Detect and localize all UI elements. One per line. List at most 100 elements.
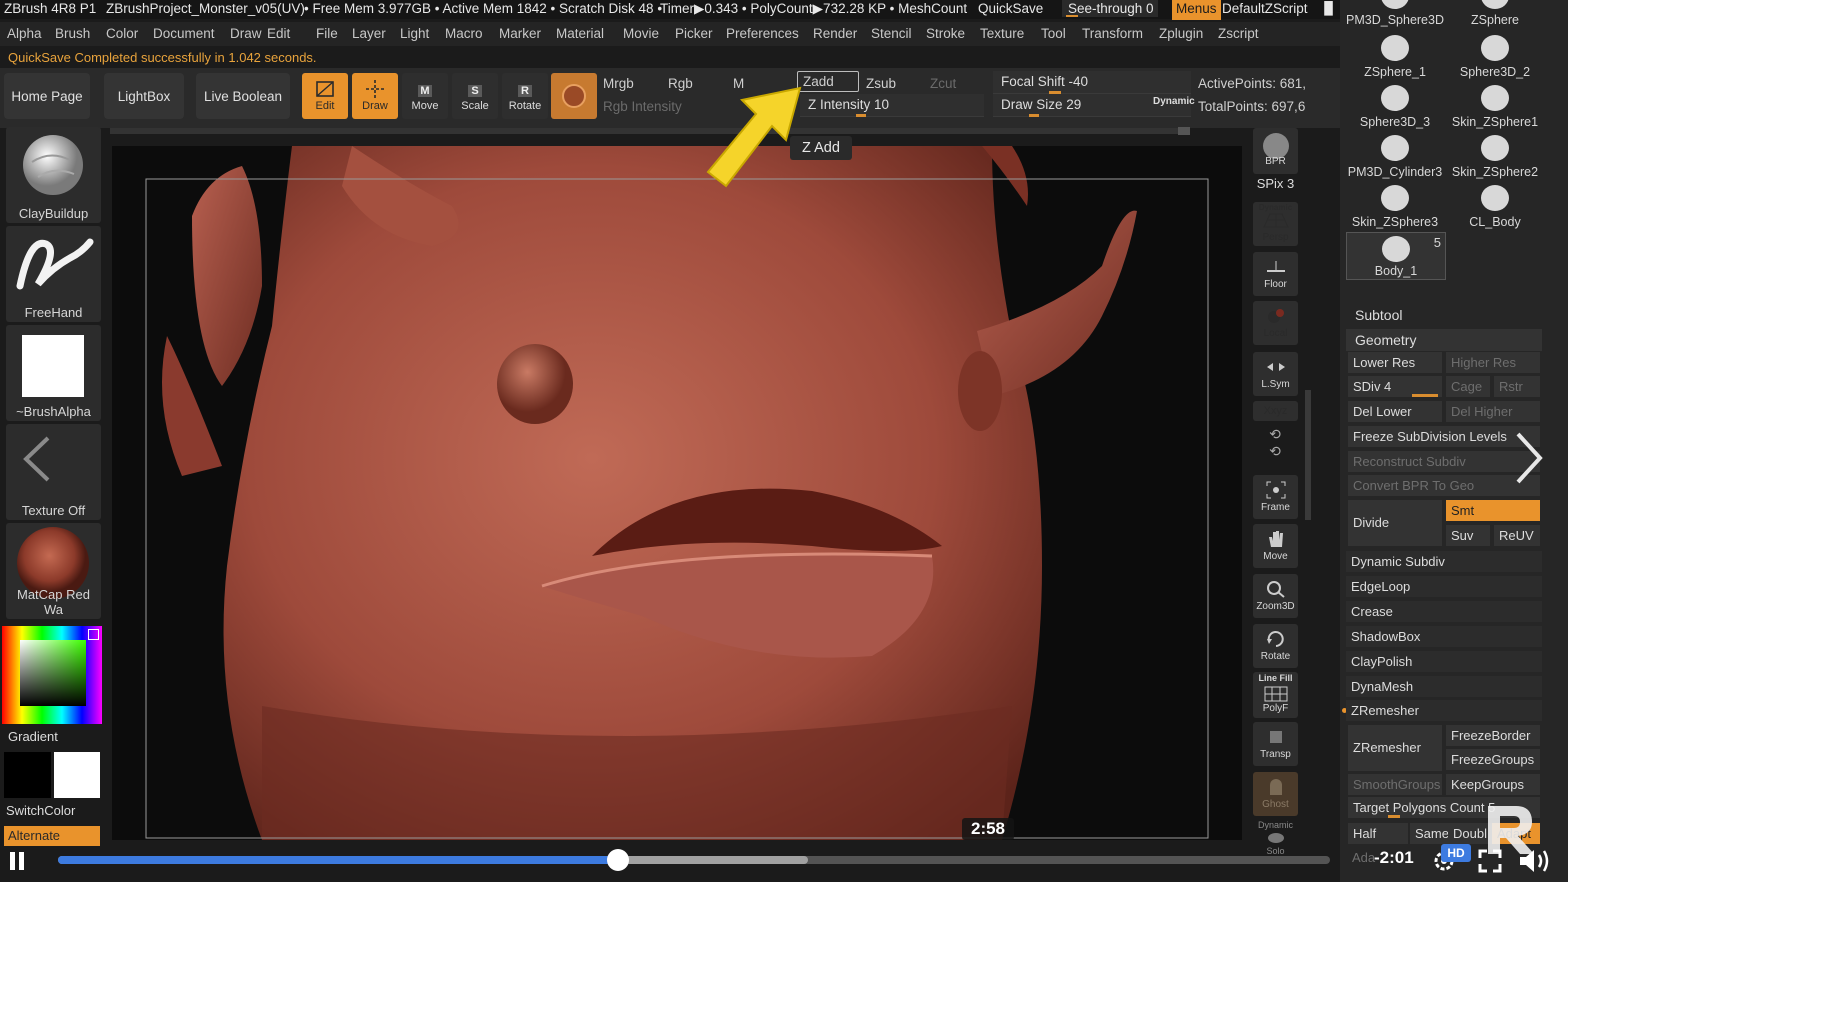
geometry-header[interactable]: Geometry <box>1346 329 1542 351</box>
divide-button[interactable]: Divide <box>1348 500 1442 546</box>
menu-preferences[interactable]: Preferences <box>726 26 799 41</box>
edit-mode-button[interactable]: Edit <box>302 73 348 119</box>
scale-mode-button[interactable]: S Scale <box>452 73 498 119</box>
transp-button[interactable]: Transp <box>1253 722 1298 766</box>
video-progress-track[interactable] <box>58 849 1330 871</box>
gradient-label[interactable]: Gradient <box>8 729 58 744</box>
menu-zplugin[interactable]: Zplugin <box>1159 26 1203 41</box>
color-picker[interactable] <box>2 626 102 724</box>
subtool-item[interactable]: ZSphere <box>1446 0 1544 28</box>
menu-material[interactable]: Material <box>556 26 604 41</box>
right-shelf-scrollbar[interactable] <box>1305 390 1311 520</box>
shadowbox-section[interactable]: ShadowBox <box>1346 626 1542 647</box>
dynamic-subdiv-section[interactable]: Dynamic Subdiv <box>1346 551 1542 572</box>
script-name[interactable]: DefaultZScript <box>1222 1 1308 16</box>
rgb-button[interactable]: Rgb <box>668 76 693 91</box>
claypolish-section[interactable]: ClayPolish <box>1346 651 1542 672</box>
del-higher-button[interactable]: Del Higher <box>1446 401 1540 422</box>
menu-render[interactable]: Render <box>813 26 857 41</box>
rotate-mode-button[interactable]: R Rotate <box>502 73 548 119</box>
mrgb-button[interactable]: Mrgb <box>603 76 634 91</box>
seethrough-slider[interactable]: See-through 0 <box>1062 0 1158 17</box>
smoothgroups-slider[interactable]: SmoothGroups <box>1348 774 1442 795</box>
menu-document[interactable]: Document <box>153 26 215 41</box>
dynamesh-section[interactable]: DynaMesh <box>1346 676 1542 697</box>
focal-shift-slider[interactable]: Focal Shift -40 <box>993 71 1191 94</box>
polyf-button[interactable]: Line Fill PolyF <box>1253 672 1298 718</box>
spix-slider[interactable]: SPix 3 <box>1253 176 1298 191</box>
reuv-toggle[interactable]: ReUV <box>1494 525 1540 546</box>
move-view-button[interactable]: Move <box>1253 524 1298 568</box>
menu-marker[interactable]: Marker <box>499 26 541 41</box>
sculpt-model[interactable] <box>112 146 1242 840</box>
menu-alpha[interactable]: Alpha <box>7 26 42 41</box>
rotate-view-button[interactable]: Rotate <box>1253 624 1298 668</box>
subtool-item[interactable]: Skin_ZSphere1 <box>1446 82 1544 130</box>
video-scrubber-handle[interactable] <box>606 849 629 871</box>
menu-stroke[interactable]: Stroke <box>926 26 965 41</box>
z-intensity-slider[interactable]: Z Intensity 10 <box>800 94 984 117</box>
subtool-item[interactable]: ZSphere_1 <box>1346 32 1444 80</box>
menu-draw[interactable]: Draw <box>230 26 262 41</box>
menu-file[interactable]: File <box>316 26 338 41</box>
menu-color[interactable]: Color <box>106 26 138 41</box>
bpr-button[interactable]: BPR <box>1253 128 1298 174</box>
frame-button[interactable]: Frame <box>1253 475 1298 519</box>
live-boolean-button[interactable]: Live Boolean <box>196 73 290 119</box>
rstr-button[interactable]: Rstr <box>1494 376 1540 397</box>
subtool-item[interactable]: Skin_ZSphere3 <box>1346 182 1444 230</box>
lower-res-button[interactable]: Lower Res <box>1348 352 1442 373</box>
menu-tool[interactable]: Tool <box>1041 26 1066 41</box>
home-page-button[interactable]: Home Page <box>4 73 90 119</box>
volume-icon[interactable] <box>1518 848 1552 874</box>
menu-zscript[interactable]: Zscript <box>1218 26 1259 41</box>
menu-texture[interactable]: Texture <box>980 26 1024 41</box>
shelf-scrollbar[interactable] <box>110 128 1190 134</box>
smt-toggle[interactable]: Smt <box>1446 500 1540 521</box>
subtool-header[interactable]: Subtool <box>1355 307 1402 323</box>
fullscreen-icon[interactable] <box>1478 849 1502 873</box>
3d-viewport[interactable] <box>112 146 1242 840</box>
del-lower-button[interactable]: Del Lower <box>1348 401 1442 422</box>
higher-res-button[interactable]: Higher Res <box>1446 352 1540 373</box>
subtool-item[interactable]: PM3D_Cylinder3 <box>1346 132 1444 180</box>
subtool-item[interactable]: Sphere3D_2 <box>1446 32 1544 80</box>
zremesher-button[interactable]: ZRemesher <box>1348 725 1442 771</box>
menu-transform[interactable]: Transform <box>1082 26 1143 41</box>
lightbox-button[interactable]: LightBox <box>104 73 184 119</box>
subtool-item[interactable]: CL_Body <box>1446 182 1544 230</box>
rgb-intensity-slider[interactable]: Rgb Intensity <box>603 99 682 114</box>
menu-macro[interactable]: Macro <box>445 26 483 41</box>
edgeloop-section[interactable]: EdgeLoop <box>1346 576 1542 597</box>
stroke-selector[interactable]: FreeHand <box>6 226 101 322</box>
texture-selector[interactable]: Texture Off <box>6 424 101 520</box>
quicksave-button[interactable]: QuickSave <box>978 1 1043 16</box>
subtool-item[interactable]: Sphere3D_3 <box>1346 82 1444 130</box>
draw-mode-button[interactable]: Draw <box>352 73 398 119</box>
material-swatch-button[interactable] <box>551 73 597 119</box>
menus-toggle[interactable]: Menus <box>1172 0 1221 20</box>
switchcolor-button[interactable]: SwitchColor <box>6 803 75 818</box>
cage-button[interactable]: Cage <box>1446 376 1490 397</box>
zoom3d-button[interactable]: Zoom3D <box>1253 574 1298 618</box>
material-selector[interactable]: MatCap Red Wa <box>6 523 101 619</box>
subtool-item[interactable]: Body_1 5 <box>1346 232 1446 280</box>
keepgroups-toggle[interactable]: KeepGroups <box>1446 774 1540 795</box>
lsym-button[interactable]: L.Sym <box>1253 352 1298 396</box>
move-mode-button[interactable]: M Move <box>402 73 448 119</box>
menu-edit[interactable]: Edit <box>267 26 290 41</box>
shelf-scroll-thumb[interactable] <box>1178 127 1190 135</box>
local-button[interactable]: Local <box>1253 301 1298 345</box>
chevron-right-icon[interactable] <box>1510 430 1546 486</box>
brush-selector[interactable]: ClayBuildup <box>6 127 101 223</box>
sdiv-slider[interactable]: SDiv 4 <box>1348 376 1442 397</box>
secondary-color-swatch[interactable] <box>54 752 100 798</box>
ghost-button[interactable]: Ghost <box>1253 772 1298 816</box>
zcut-button[interactable]: Zcut <box>930 76 956 91</box>
menu-movie[interactable]: Movie <box>623 26 659 41</box>
freezegroups-toggle[interactable]: FreezeGroups <box>1446 749 1540 770</box>
floor-button[interactable]: Floor <box>1253 252 1298 296</box>
suv-toggle[interactable]: Suv <box>1446 525 1490 546</box>
menu-layer[interactable]: Layer <box>352 26 386 41</box>
draw-size-slider[interactable]: Draw Size 29 Dynamic <box>993 94 1195 117</box>
